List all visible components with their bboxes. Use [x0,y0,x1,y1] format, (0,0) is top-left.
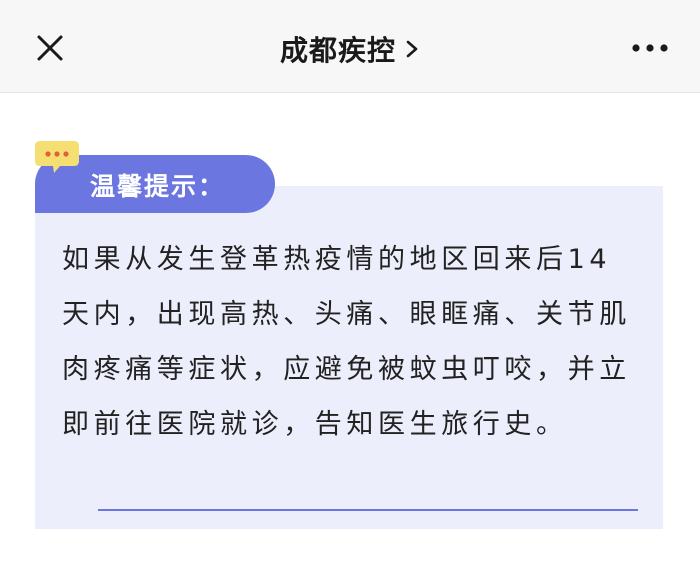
account-title-link[interactable]: 成都疾控 [0,24,700,74]
more-button[interactable] [628,36,672,60]
card-underline [98,509,638,511]
notice-body: 如果从发生登革热疫情的地区回来后14天内，出现高热、头痛、眼眶痛、关节肌肉疼痛等… [62,244,631,440]
speech-bubble-icon [35,141,79,173]
header-divider [0,92,700,93]
page-title: 成都疾控 [279,34,396,67]
notice-label: 温馨提示： [90,172,226,201]
more-icon [632,44,668,52]
chevron-right-icon [406,40,418,58]
